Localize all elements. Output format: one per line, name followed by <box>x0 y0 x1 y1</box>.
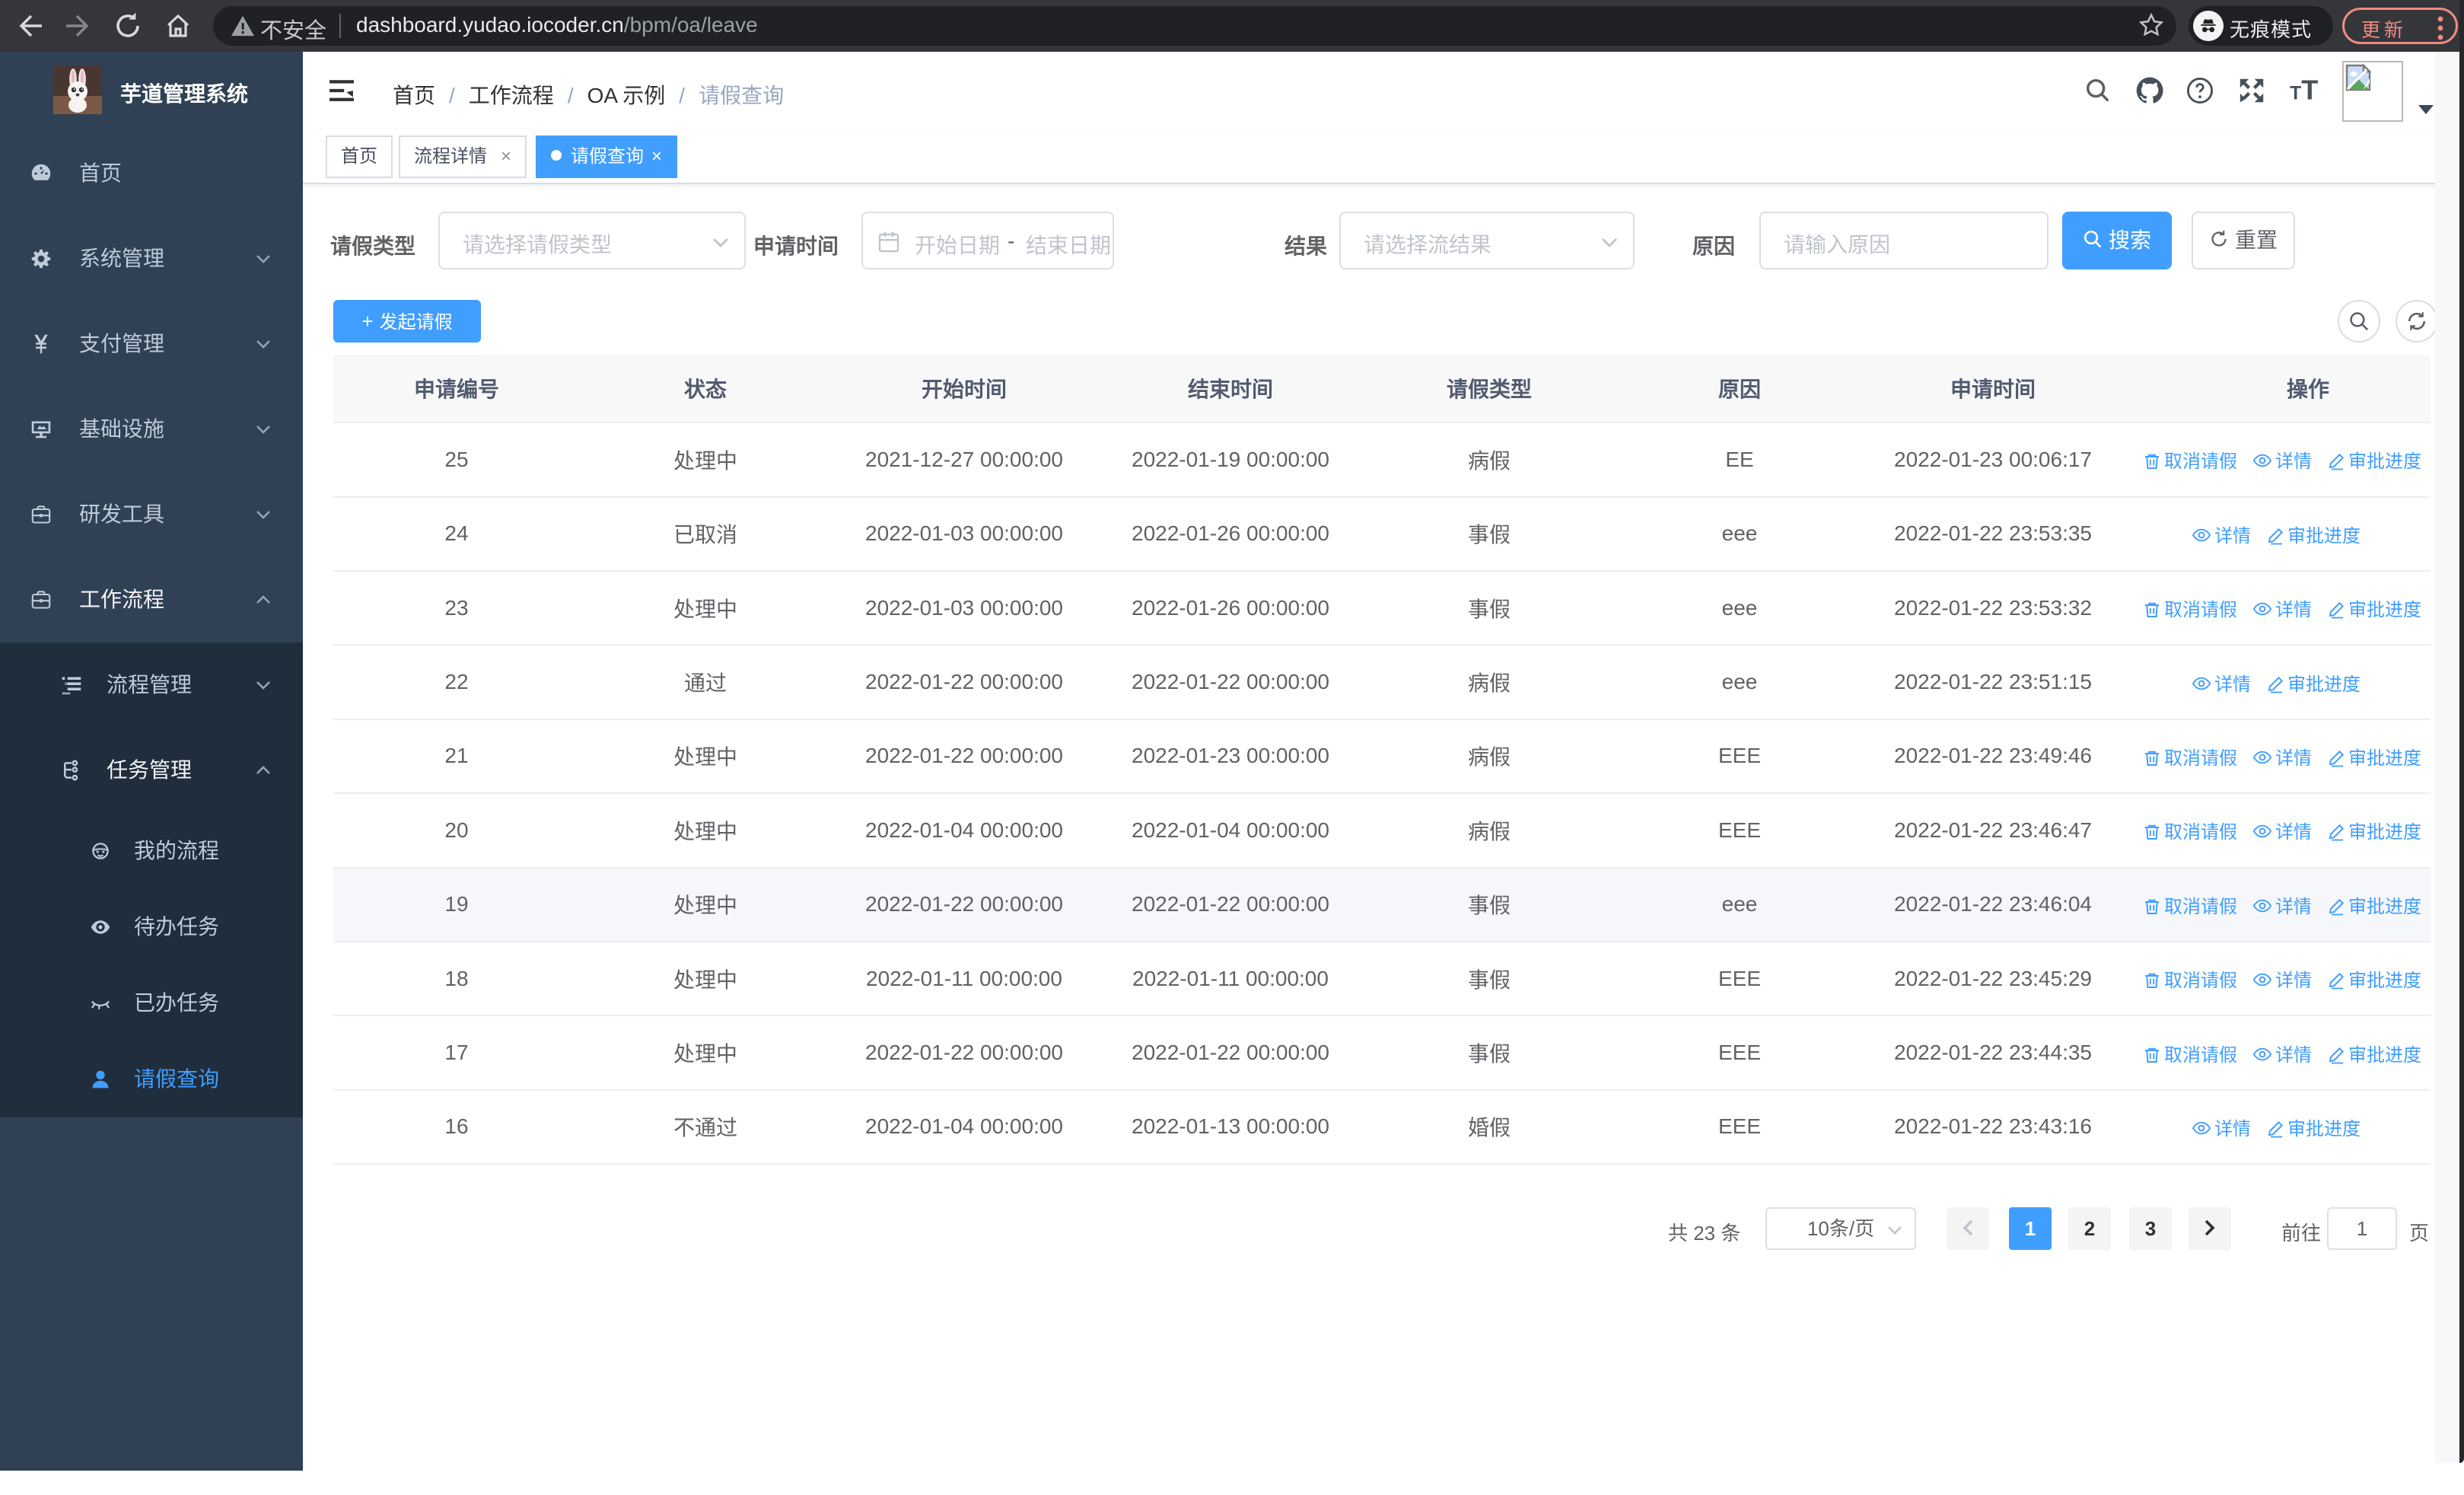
svg-text:T: T <box>2290 83 2301 104</box>
svg-text:T: T <box>2301 76 2318 105</box>
